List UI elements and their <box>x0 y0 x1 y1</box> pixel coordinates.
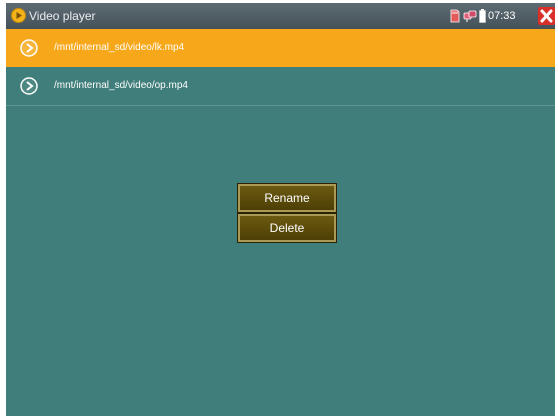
play-icon <box>20 77 38 95</box>
file-list-item-selected[interactable]: /mnt/internal_sd/video/lk.mp4 <box>6 29 555 67</box>
rename-button[interactable]: Rename <box>238 184 336 212</box>
close-icon <box>540 9 553 23</box>
clock-time: 07:33 <box>488 10 516 22</box>
play-icon <box>20 39 38 57</box>
file-list-item[interactable]: /mnt/internal_sd/video/op.mp4 <box>6 67 555 106</box>
video-player-screen: Video player 07:33 /mnt/internal_sd/vide… <box>6 3 555 416</box>
window-title: Video player <box>29 9 96 23</box>
delete-button[interactable]: Delete <box>238 214 336 242</box>
network-icon <box>463 10 477 22</box>
sd-card-icon <box>450 9 460 23</box>
video-player-app-icon <box>11 8 26 23</box>
file-path: /mnt/internal_sd/video/op.mp4 <box>54 80 188 91</box>
close-button[interactable] <box>538 7 555 25</box>
file-path: /mnt/internal_sd/video/lk.mp4 <box>54 42 185 53</box>
title-bar: Video player 07:33 <box>6 3 555 29</box>
battery-icon <box>479 9 486 23</box>
